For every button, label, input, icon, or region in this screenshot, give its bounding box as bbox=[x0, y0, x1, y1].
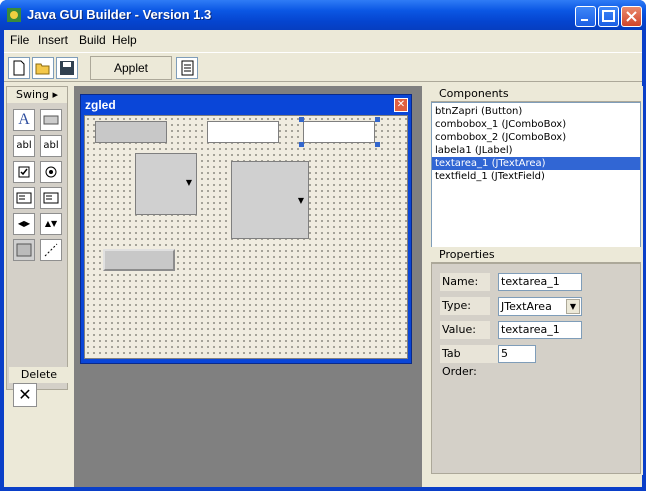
chevron-down-icon[interactable]: ▼ bbox=[566, 299, 580, 314]
resize-handle-icon bbox=[44, 243, 58, 257]
delete-header: Delete bbox=[9, 367, 69, 383]
client-area: File Insert Build Help Applet Swing ▸ A … bbox=[4, 30, 643, 487]
list-item-selected[interactable]: textarea_1 (JTextArea) bbox=[432, 157, 640, 170]
menu-help[interactable]: Help bbox=[112, 33, 137, 47]
value-field[interactable]: textarea_1 bbox=[498, 321, 582, 339]
main-window: Java GUI Builder - Version 1.3 File Inse… bbox=[0, 0, 646, 491]
selection-handle[interactable] bbox=[375, 142, 380, 147]
properties-body: Name: textarea_1 Type: JTextArea ▼ Value… bbox=[431, 263, 641, 474]
selection-handle[interactable] bbox=[299, 142, 304, 147]
list-item[interactable]: textfield_1 (JTextField) bbox=[432, 170, 640, 183]
palette-header-label: Swing bbox=[15, 88, 49, 101]
button-shape-icon bbox=[43, 115, 59, 125]
value-label: Value: bbox=[440, 321, 490, 339]
type-label: Type: bbox=[440, 297, 490, 315]
design-canvas[interactable]: ▼ ▼ bbox=[84, 115, 408, 359]
properties-header: Properties bbox=[431, 247, 641, 263]
close-button[interactable] bbox=[621, 6, 642, 27]
toolbar: Applet bbox=[4, 52, 642, 82]
component-palette: Swing ▸ A abl abl ◀▶ ▲▼ Delete ✕ bbox=[6, 86, 69, 407]
dropdown-arrow-icon: ▼ bbox=[185, 178, 192, 187]
minimize-icon bbox=[581, 19, 588, 21]
selection-handle[interactable] bbox=[375, 117, 380, 122]
listbox-tool-button[interactable] bbox=[40, 187, 62, 209]
minimize-button[interactable] bbox=[575, 6, 596, 27]
panel-icon bbox=[16, 243, 32, 257]
taborder-label: Tab Order: bbox=[440, 345, 498, 378]
dropdown-arrow-icon: ▼ bbox=[297, 196, 304, 205]
textfield-tool-button[interactable]: abl bbox=[13, 135, 35, 157]
components-list[interactable]: btnZapri (Button) combobox_1 (JComboBox)… bbox=[431, 102, 641, 253]
combobox-1-widget[interactable]: ▼ bbox=[135, 153, 197, 215]
arrow-right-icon: ▸ bbox=[52, 88, 59, 101]
radio-button-icon bbox=[45, 166, 57, 178]
list-item[interactable]: btnZapri (Button) bbox=[432, 105, 640, 118]
panel-tool-button[interactable] bbox=[13, 239, 35, 261]
applet-button[interactable]: Applet bbox=[90, 56, 172, 80]
name-label: Name: bbox=[440, 273, 490, 291]
listbox-icon bbox=[43, 192, 59, 204]
scroll-horizontal-icon: ◀▶ bbox=[17, 219, 31, 228]
textarea-abl-icon: abl bbox=[43, 140, 59, 151]
java-app-icon bbox=[7, 8, 21, 22]
radio-tool-button[interactable] bbox=[40, 161, 62, 183]
textfield-abl-icon: abl bbox=[16, 140, 32, 151]
list-item[interactable]: combobox_2 (JComboBox) bbox=[432, 131, 640, 144]
list-item[interactable]: combobox_1 (JComboBox) bbox=[432, 118, 640, 131]
name-field[interactable]: textarea_1 bbox=[498, 273, 582, 291]
label-a-icon: A bbox=[18, 111, 30, 128]
close-icon bbox=[626, 11, 637, 22]
type-select[interactable]: JTextArea ▼ bbox=[498, 297, 582, 316]
new-document-icon bbox=[13, 60, 25, 76]
design-frame[interactable]: zgled ✕ ▼ ▼ bbox=[80, 94, 412, 364]
labela1-widget[interactable] bbox=[95, 121, 167, 143]
delete-x-icon: ✕ bbox=[18, 385, 32, 404]
components-header: Components bbox=[431, 86, 641, 102]
open-folder-icon bbox=[35, 63, 50, 75]
save-disk-icon bbox=[60, 61, 74, 75]
combobox-icon bbox=[16, 192, 32, 204]
frame-title: zgled bbox=[85, 98, 116, 112]
textarea-widget-selected[interactable] bbox=[303, 121, 375, 143]
frame-close-button[interactable]: ✕ bbox=[394, 98, 408, 112]
document-list-icon bbox=[181, 60, 194, 76]
spinner-tool-button[interactable]: ▲▼ bbox=[40, 213, 62, 235]
label-tool-button[interactable]: A bbox=[13, 109, 35, 131]
window-title: Java GUI Builder - Version 1.3 bbox=[27, 7, 212, 22]
maximize-button[interactable] bbox=[598, 6, 619, 27]
btnzapri-widget[interactable] bbox=[103, 249, 175, 271]
spinner-icon: ▲▼ bbox=[44, 219, 58, 228]
list-item[interactable]: labela1 (JLabel) bbox=[432, 144, 640, 157]
selection-handle[interactable] bbox=[299, 117, 304, 122]
palette-header[interactable]: Swing ▸ bbox=[7, 87, 67, 103]
taborder-field[interactable]: 5 bbox=[498, 345, 536, 363]
checkbox-icon bbox=[18, 166, 30, 178]
properties-sheet-button[interactable] bbox=[176, 57, 198, 79]
components-panel: Components btnZapri (Button) combobox_1 … bbox=[431, 86, 643, 254]
combobox-tool-button[interactable] bbox=[13, 187, 35, 209]
resize-tool-button[interactable] bbox=[40, 239, 62, 261]
hscroll-tool-button[interactable]: ◀▶ bbox=[13, 213, 35, 235]
close-icon: ✕ bbox=[396, 99, 406, 110]
menu-insert[interactable]: Insert bbox=[38, 33, 68, 47]
menu-file[interactable]: File bbox=[10, 33, 29, 47]
checkbox-tool-button[interactable] bbox=[13, 161, 35, 183]
properties-panel: Properties Name: textarea_1 Type: JTextA… bbox=[431, 247, 643, 475]
new-file-button[interactable] bbox=[8, 57, 30, 79]
textarea-tool-button[interactable]: abl bbox=[40, 135, 62, 157]
title-bar[interactable]: Java GUI Builder - Version 1.3 bbox=[0, 0, 646, 30]
maximize-icon bbox=[602, 10, 615, 22]
type-select-value: JTextArea bbox=[501, 300, 552, 313]
open-file-button[interactable] bbox=[32, 57, 54, 79]
menu-bar: File Insert Build Help bbox=[4, 30, 642, 50]
textfield-widget[interactable] bbox=[207, 121, 279, 143]
design-workspace: zgled ✕ ▼ ▼ bbox=[74, 86, 422, 487]
button-tool-button[interactable] bbox=[40, 109, 62, 131]
save-file-button[interactable] bbox=[56, 57, 78, 79]
combobox-2-widget[interactable]: ▼ bbox=[231, 161, 309, 239]
menu-build[interactable]: Build bbox=[79, 33, 106, 47]
delete-button[interactable]: ✕ bbox=[13, 383, 37, 407]
